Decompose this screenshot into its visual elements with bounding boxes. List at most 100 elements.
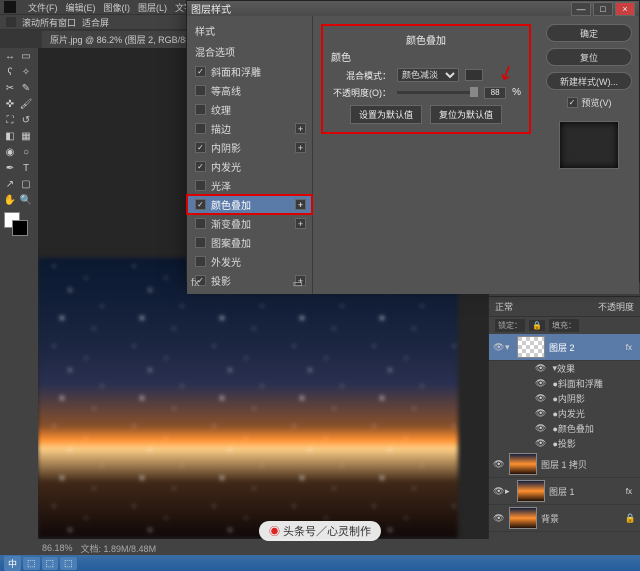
shape-tool-icon[interactable]: ▢	[18, 176, 34, 192]
fx-badge[interactable]: fx	[626, 487, 632, 496]
menu-image[interactable]: 图像(I)	[104, 1, 131, 14]
wand-tool-icon[interactable]: ✧	[18, 64, 34, 80]
opacity-value[interactable]: 88	[484, 87, 506, 99]
close-button[interactable]: ×	[615, 2, 635, 16]
visibility-icon[interactable]: 👁	[535, 438, 546, 449]
marquee-tool-icon[interactable]: ▭	[18, 48, 34, 64]
taskbar-item[interactable]: ⬚	[60, 557, 77, 570]
layer-thumbnail[interactable]	[509, 507, 537, 529]
effect-row[interactable]: 👁● 内阴影	[489, 391, 640, 406]
gradient-tool-icon[interactable]: ▦	[18, 128, 34, 144]
layer-row[interactable]: 👁 背景 🔒	[489, 505, 640, 532]
add-icon[interactable]: +	[295, 123, 306, 134]
option-checkbox[interactable]	[6, 17, 16, 27]
stamp-tool-icon[interactable]: ⛶	[2, 112, 18, 128]
layer-thumbnail[interactable]	[509, 453, 537, 475]
add-icon[interactable]: +	[295, 218, 306, 229]
effect-row[interactable]: 👁● 颜色叠加	[489, 421, 640, 436]
ime-button[interactable]: 中	[4, 556, 21, 571]
add-icon[interactable]: +	[295, 142, 306, 153]
layer-row[interactable]: 👁 图层 1 拷贝	[489, 451, 640, 478]
fx-menu-icon[interactable]: fx	[191, 277, 200, 290]
fx-badge[interactable]: fx	[626, 343, 632, 352]
eyedropper-tool-icon[interactable]: ✎	[18, 80, 34, 96]
brush-tool-icon[interactable]: 🖌	[18, 96, 34, 112]
style-gradient-overlay[interactable]: 渐变叠加+	[187, 214, 312, 233]
expand-icon[interactable]: ▸	[505, 486, 513, 497]
style-stroke[interactable]: 描边+	[187, 119, 312, 138]
visibility-icon[interactable]: 👁	[493, 513, 505, 524]
style-inner-shadow[interactable]: ✓内阴影+	[187, 138, 312, 157]
blend-mode-select[interactable]: 正常	[495, 300, 513, 313]
blend-options-header[interactable]: 混合选项	[187, 41, 312, 62]
layer-thumbnail[interactable]	[517, 336, 545, 358]
effect-row[interactable]: 👁● 投影	[489, 436, 640, 451]
taskbar-item[interactable]: ⬚	[23, 557, 40, 570]
visibility-icon[interactable]: 👁	[535, 423, 546, 434]
color-swatches[interactable]	[2, 212, 34, 236]
style-bevel[interactable]: ✓斜面和浮雕	[187, 62, 312, 81]
trash-icon[interactable]: ▭	[293, 277, 303, 290]
layer-row[interactable]: 👁 ▾ 图层 2 fx	[489, 334, 640, 361]
styles-header[interactable]: 样式	[187, 20, 312, 41]
menu-edit[interactable]: 编辑(E)	[66, 1, 96, 14]
visibility-icon[interactable]: 👁	[535, 393, 546, 404]
doc-info[interactable]: 文档: 1.89M/8.48M	[81, 542, 157, 555]
style-pattern-overlay[interactable]: 图案叠加	[187, 233, 312, 252]
taskbar-item[interactable]: ⬚	[42, 557, 59, 570]
menu-file[interactable]: 文件(F)	[28, 1, 58, 14]
effect-row[interactable]: 👁● 内发光	[489, 406, 640, 421]
cancel-button[interactable]: 复位	[546, 48, 632, 66]
zoom-level[interactable]: 86.18%	[42, 543, 73, 553]
expand-icon[interactable]: ▾	[505, 342, 513, 353]
visibility-icon[interactable]: 👁	[493, 342, 505, 353]
layer-name[interactable]: 图层 1 拷贝	[541, 458, 636, 471]
minimize-button[interactable]: —	[571, 2, 591, 16]
layer-name[interactable]: 图层 1	[549, 485, 626, 498]
color-swatch[interactable]	[465, 69, 483, 81]
preview-checkbox[interactable]: ✓	[567, 97, 578, 108]
dodge-tool-icon[interactable]: ○	[18, 144, 34, 160]
style-inner-glow[interactable]: ✓内发光	[187, 157, 312, 176]
history-brush-icon[interactable]: ↺	[18, 112, 34, 128]
visibility-icon[interactable]: 👁	[493, 486, 505, 497]
lasso-tool-icon[interactable]: ʕ	[2, 64, 18, 80]
move-tool-icon[interactable]: ↔	[2, 48, 18, 64]
menu-layer[interactable]: 图层(L)	[138, 1, 167, 14]
visibility-icon[interactable]: 👁	[535, 378, 546, 389]
pen-tool-icon[interactable]: ✒	[2, 160, 18, 176]
visibility-icon[interactable]: 👁	[535, 363, 546, 374]
type-tool-icon[interactable]: T	[18, 160, 34, 176]
style-satin[interactable]: 光泽	[187, 176, 312, 195]
layer-name[interactable]: 图层 2	[549, 341, 626, 354]
layer-row[interactable]: 👁 ▸ 图层 1 fx	[489, 478, 640, 505]
blur-tool-icon[interactable]: ◉	[2, 144, 18, 160]
hand-tool-icon[interactable]: ✋	[2, 192, 18, 208]
heal-tool-icon[interactable]: ✜	[2, 96, 18, 112]
option-fit-screen[interactable]: 适合屏	[82, 16, 109, 29]
visibility-icon[interactable]: 👁	[535, 408, 546, 419]
layer-name[interactable]: 背景	[541, 512, 625, 525]
crop-tool-icon[interactable]: ✂	[2, 80, 18, 96]
add-icon[interactable]: +	[295, 199, 306, 210]
style-outer-glow[interactable]: 外发光	[187, 252, 312, 271]
effect-row[interactable]: 👁● 斜面和浮雕	[489, 376, 640, 391]
lock-icon[interactable]: 🔒	[529, 320, 545, 331]
path-tool-icon[interactable]: ↗	[2, 176, 18, 192]
dialog-titlebar[interactable]: 图层样式 — □ ×	[187, 1, 639, 16]
new-style-button[interactable]: 新建样式(W)...	[546, 72, 632, 90]
effect-row[interactable]: 👁▾ 效果	[489, 361, 640, 376]
opacity-slider[interactable]	[397, 91, 478, 94]
layer-thumbnail[interactable]	[517, 480, 545, 502]
document-tab[interactable]: 原片.jpg @ 86.2% (图层 2, RGB/8#) *	[42, 31, 208, 48]
reset-default-button[interactable]: 复位为默认值	[430, 105, 502, 124]
style-contour[interactable]: 等高线	[187, 81, 312, 100]
windows-taskbar[interactable]: 中 ⬚ ⬚ ⬚	[0, 555, 640, 571]
make-default-button[interactable]: 设置为默认值	[350, 105, 422, 124]
ok-button[interactable]: 确定	[546, 24, 632, 42]
style-texture[interactable]: 纹理	[187, 100, 312, 119]
background-color[interactable]	[12, 220, 28, 236]
zoom-tool-icon[interactable]: 🔍	[18, 192, 34, 208]
style-color-overlay[interactable]: ✓颜色叠加+	[187, 195, 312, 214]
maximize-button[interactable]: □	[593, 2, 613, 16]
